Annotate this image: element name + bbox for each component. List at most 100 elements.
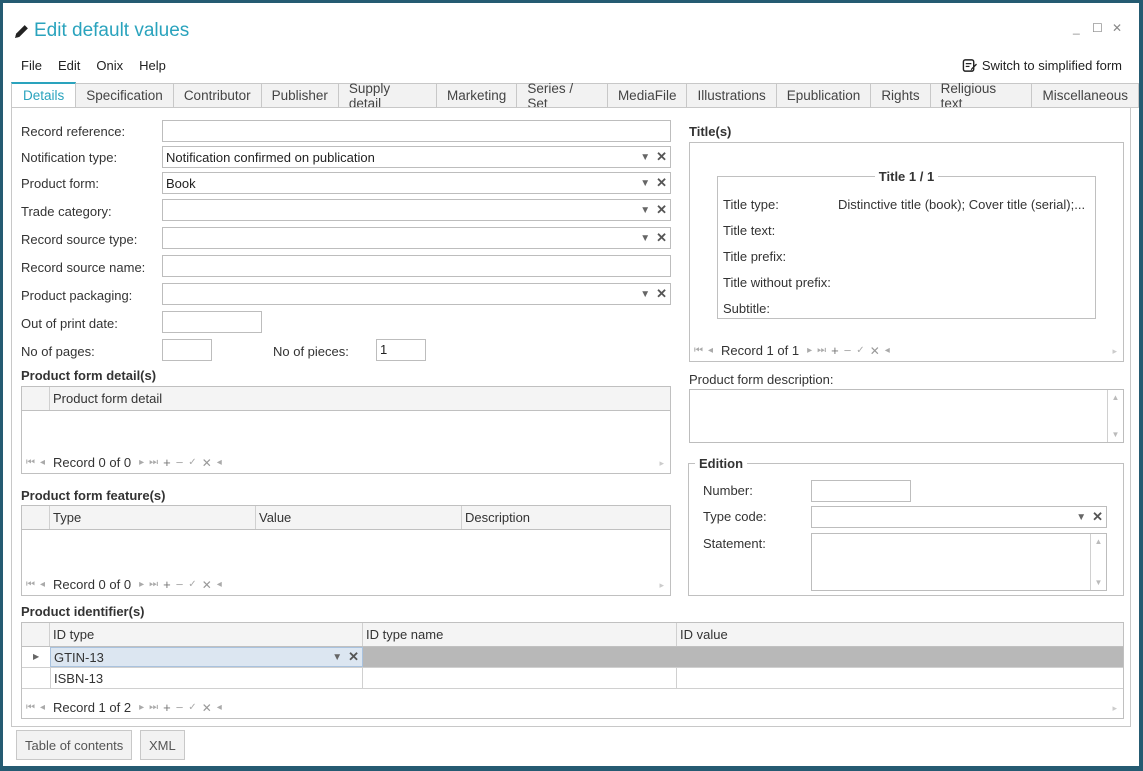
product-form-description-textarea[interactable]: ▲ ▼ — [689, 389, 1124, 443]
selected-row-cells[interactable] — [363, 647, 1123, 667]
prev-record-icon[interactable]: ◂ — [40, 579, 45, 590]
tab-supply-detail[interactable]: Supply detail — [338, 81, 438, 111]
tab-miscellaneous[interactable]: Miscellaneous — [1032, 83, 1139, 108]
scroll-left-icon[interactable]: ◂ — [885, 345, 890, 356]
last-record-icon[interactable]: ⏭ — [149, 702, 158, 713]
prev-record-icon[interactable]: ◂ — [40, 702, 45, 713]
delete-record-icon[interactable]: − — [844, 343, 852, 358]
scroll-right-icon[interactable]: ▸ — [659, 458, 664, 469]
dropdown-arrow-icon[interactable]: ▼ — [640, 233, 650, 244]
trade-category-select[interactable]: ▼ ✕ — [162, 199, 671, 221]
edition-statement-textarea[interactable]: ▲ ▼ — [811, 533, 1107, 591]
title-type-value[interactable]: Distinctive title (book); Cover title (s… — [838, 197, 1085, 212]
tab-illustrations[interactable]: Illustrations — [687, 83, 777, 108]
scroll-down-icon[interactable]: ▼ — [1095, 578, 1103, 587]
scroll-left-icon[interactable]: ◂ — [217, 579, 222, 590]
table-of-contents-button[interactable]: Table of contents — [16, 730, 133, 760]
dropdown-arrow-icon[interactable]: ▼ — [1076, 512, 1086, 523]
vertical-scrollbar[interactable]: ▲ ▼ — [1107, 390, 1123, 442]
clear-icon[interactable]: ✕ — [656, 230, 667, 246]
edition-number-input[interactable] — [811, 480, 911, 502]
last-record-icon[interactable]: ⏭ — [817, 345, 826, 356]
prev-record-icon[interactable]: ◂ — [40, 457, 45, 468]
scroll-left-icon[interactable]: ◂ — [217, 702, 222, 713]
tab-rights[interactable]: Rights — [871, 83, 931, 108]
first-record-icon[interactable]: ⏮ — [694, 345, 703, 356]
last-record-icon[interactable]: ⏭ — [149, 579, 158, 590]
column-id-type[interactable]: ID type — [50, 623, 363, 646]
delete-record-icon[interactable]: − — [176, 577, 184, 592]
next-record-icon[interactable]: ▸ — [139, 457, 144, 468]
first-record-icon[interactable]: ⏮ — [26, 457, 35, 468]
menu-file[interactable]: File — [21, 58, 42, 73]
clear-icon[interactable]: ✕ — [1092, 509, 1103, 525]
id-type-name-cell[interactable] — [363, 668, 677, 688]
product-packaging-select[interactable]: ▼ ✕ — [162, 283, 671, 305]
menu-edit[interactable]: Edit — [58, 58, 80, 73]
xml-button[interactable]: XML — [140, 730, 185, 760]
tab-series-set[interactable]: Series / Set — [517, 81, 608, 111]
scroll-right-icon[interactable]: ▸ — [1112, 703, 1117, 714]
scroll-right-icon[interactable]: ▸ — [659, 580, 664, 591]
dropdown-arrow-icon[interactable]: ▼ — [640, 152, 650, 163]
out-of-print-date-input[interactable] — [162, 311, 262, 333]
apply-icon[interactable]: ✓ — [188, 457, 196, 468]
add-record-icon[interactable]: + — [163, 577, 171, 592]
scroll-left-icon[interactable]: ◂ — [217, 457, 222, 468]
add-record-icon[interactable]: + — [163, 700, 171, 715]
vertical-scrollbar[interactable]: ▲ ▼ — [1090, 534, 1106, 590]
menu-help[interactable]: Help — [139, 58, 166, 73]
tab-details[interactable]: Details — [11, 82, 77, 108]
delete-record-icon[interactable]: − — [176, 455, 184, 470]
prev-record-icon[interactable]: ◂ — [708, 345, 713, 356]
column-description[interactable]: Description — [462, 506, 670, 529]
column-product-form-detail[interactable]: Product form detail — [50, 387, 670, 410]
no-of-pages-input[interactable] — [162, 339, 212, 361]
last-record-icon[interactable]: ⏭ — [149, 457, 158, 468]
scroll-right-icon[interactable]: ▸ — [1112, 346, 1117, 357]
notification-type-select[interactable]: Notification confirmed on publication ▼ ✕ — [162, 146, 671, 168]
tab-contributor[interactable]: Contributor — [173, 83, 262, 108]
minimize-button[interactable]: _ — [1073, 21, 1080, 35]
tab-publisher[interactable]: Publisher — [261, 83, 339, 108]
column-id-type-name[interactable]: ID type name — [363, 623, 677, 646]
apply-icon[interactable]: ✓ — [856, 345, 864, 356]
id-type-cell[interactable]: ISBN-13 — [50, 668, 363, 688]
record-source-name-input[interactable] — [162, 255, 671, 277]
first-record-icon[interactable]: ⏮ — [26, 579, 35, 590]
delete-record-icon[interactable]: − — [176, 700, 184, 715]
tab-marketing[interactable]: Marketing — [437, 83, 518, 108]
switch-to-simplified-form-button[interactable]: Switch to simplified form — [962, 58, 1122, 73]
next-record-icon[interactable]: ▸ — [807, 345, 812, 356]
tab-religious-text[interactable]: Religious text — [930, 81, 1033, 111]
first-record-icon[interactable]: ⏮ — [26, 702, 35, 713]
scroll-up-icon[interactable]: ▲ — [1095, 537, 1103, 546]
clear-icon[interactable]: ✕ — [656, 202, 667, 218]
apply-icon[interactable]: ✓ — [188, 579, 196, 590]
record-reference-input[interactable] — [162, 120, 671, 142]
menu-onix[interactable]: Onix — [96, 58, 123, 73]
column-value[interactable]: Value — [256, 506, 462, 529]
add-record-icon[interactable]: + — [831, 343, 839, 358]
tab-epublication[interactable]: Epublication — [776, 83, 872, 108]
scroll-up-icon[interactable]: ▲ — [1112, 393, 1120, 402]
product-form-select[interactable]: Book ▼ ✕ — [162, 172, 671, 194]
tab-mediafile[interactable]: MediaFile — [607, 83, 688, 108]
add-record-icon[interactable]: + — [163, 455, 171, 470]
clear-icon[interactable]: ✕ — [348, 649, 359, 665]
cancel-icon[interactable]: ✕ — [202, 578, 212, 592]
no-of-pieces-input[interactable]: 1 — [376, 339, 426, 361]
dropdown-arrow-icon[interactable]: ▼ — [640, 178, 650, 189]
clear-icon[interactable]: ✕ — [656, 175, 667, 191]
column-id-value[interactable]: ID value — [677, 623, 1123, 646]
scroll-down-icon[interactable]: ▼ — [1112, 430, 1120, 439]
cancel-icon[interactable]: ✕ — [202, 701, 212, 715]
dropdown-arrow-icon[interactable]: ▼ — [332, 652, 342, 663]
table-row[interactable]: ▶ GTIN-13 ▼ ✕ — [22, 647, 1123, 668]
record-source-type-select[interactable]: ▼ ✕ — [162, 227, 671, 249]
id-type-cell-editor[interactable]: GTIN-13 ▼ ✕ — [50, 647, 363, 667]
column-type[interactable]: Type — [50, 506, 256, 529]
clear-icon[interactable]: ✕ — [656, 149, 667, 165]
tab-specification[interactable]: Specification — [76, 83, 174, 108]
table-row[interactable]: ISBN-13 — [22, 668, 1123, 689]
